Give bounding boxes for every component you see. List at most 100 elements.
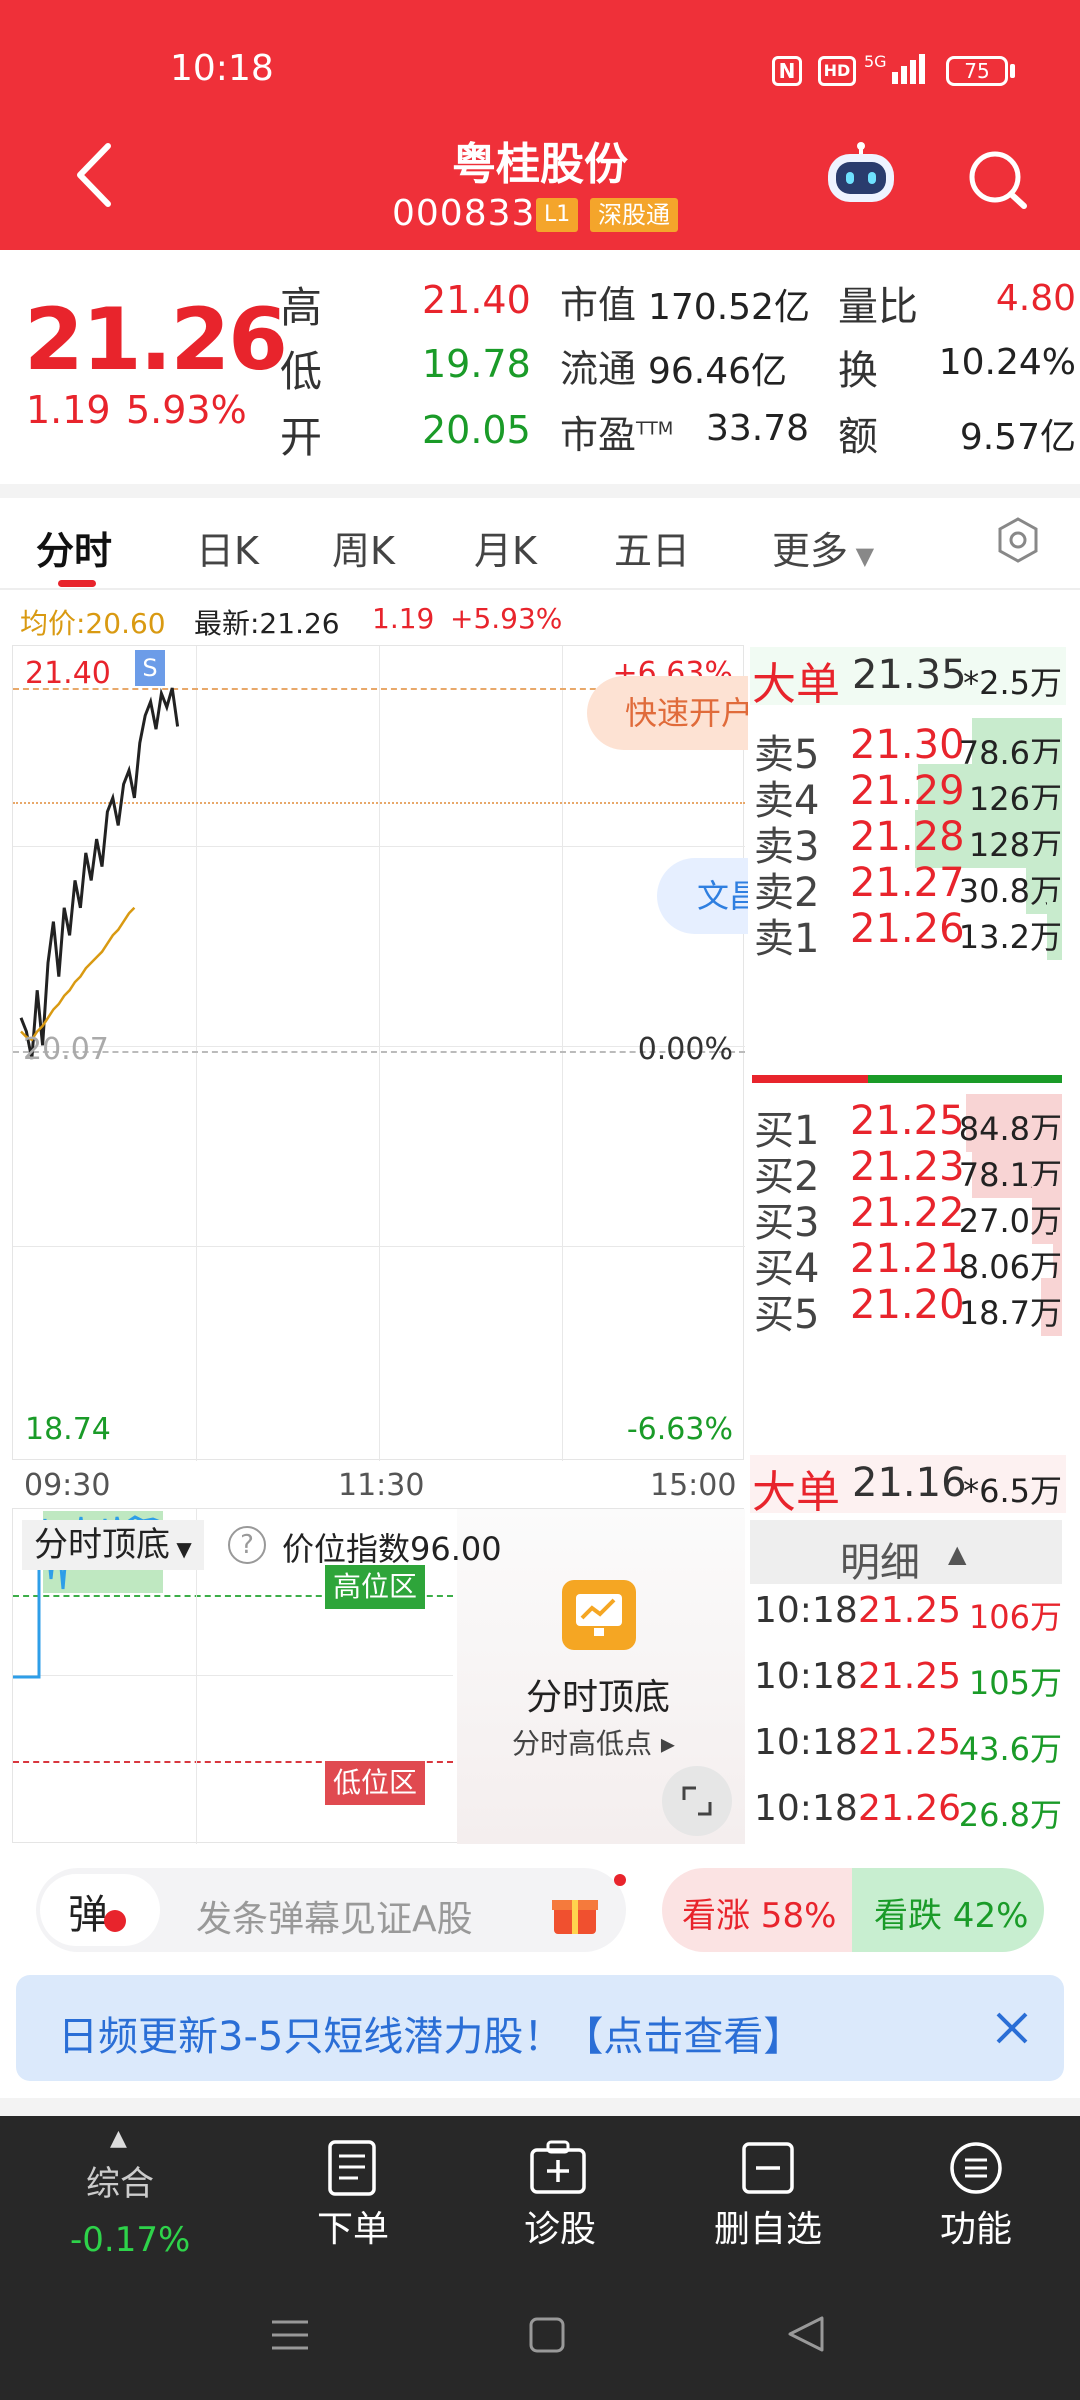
nav-diagnose[interactable]: 诊股 xyxy=(480,2200,640,2252)
indicator-selector[interactable]: 分时顶底 ▼ xyxy=(22,1520,204,1570)
divider xyxy=(0,2098,1080,2116)
detail-volume: 106万 xyxy=(968,1598,1062,1636)
ask-price[interactable]: 21.30 xyxy=(850,722,965,768)
high-value: 21.40 xyxy=(422,278,531,322)
avg-price-series-line xyxy=(20,906,136,1042)
index-label[interactable]: 综合 xyxy=(86,2156,154,2205)
robot-assistant-icon[interactable] xyxy=(822,142,900,206)
ask-volume: 13.2万 xyxy=(958,918,1062,956)
detail-time: 10:18 xyxy=(754,1788,858,1829)
float-label: 流通 xyxy=(560,347,637,391)
sell-signal-marker[interactable]: S xyxy=(135,650,165,686)
ask-price[interactable]: 21.27 xyxy=(850,860,965,906)
tab-intraday[interactable]: 分时 xyxy=(36,520,112,575)
tab-daily-k[interactable]: 日K xyxy=(196,520,259,575)
turnover-label: 换 xyxy=(838,348,878,394)
detail-price: 21.25 xyxy=(858,1590,962,1631)
big-order-buy-label: 大单 xyxy=(752,1467,840,1518)
tab-more[interactable]: 更多 ▼ xyxy=(772,520,874,575)
open-label: 开 xyxy=(280,413,323,462)
exchange-badge[interactable]: 深股通 xyxy=(590,198,678,232)
big-order-sell-label: 大单 xyxy=(752,659,840,710)
nav-order[interactable]: 下单 xyxy=(273,2200,433,2252)
tab-monthly-k[interactable]: 月K xyxy=(474,520,537,575)
indicator-promo-icon xyxy=(562,1580,636,1650)
turnover-value: 10.24% xyxy=(938,342,1076,383)
open-value: 20.05 xyxy=(422,408,531,452)
time-mid: 11:30 xyxy=(338,1468,425,1503)
diagnose-icon[interactable] xyxy=(528,2140,588,2196)
menu-icon[interactable] xyxy=(948,2140,1004,2196)
level-badge[interactable]: L1 xyxy=(536,198,579,232)
big-order-sell-vol: *2.5万 xyxy=(963,664,1062,702)
price-line-chart xyxy=(19,687,180,1060)
gift-icon[interactable] xyxy=(550,1888,600,1936)
ask-price[interactable]: 21.29 xyxy=(850,768,965,814)
order-icon[interactable] xyxy=(326,2140,380,2196)
promo-banner-text[interactable]: 日频更新3-5只短线潜力股！【点击查看】 xyxy=(58,2004,803,2062)
detail-time: 10:18 xyxy=(754,1590,858,1631)
close-icon[interactable] xyxy=(992,2008,1032,2048)
detail-sort-icon[interactable]: ▲ xyxy=(948,1540,966,1568)
remove-watchlist-icon[interactable] xyxy=(740,2140,796,2196)
detail-price: 21.25 xyxy=(858,1722,962,1763)
nav-remove-watchlist[interactable]: 删自选 xyxy=(688,2200,848,2252)
detail-time: 10:18 xyxy=(754,1722,858,1763)
nfc-icon: N xyxy=(772,56,802,86)
bid-price[interactable]: 21.23 xyxy=(850,1144,965,1190)
ask-price[interactable]: 21.28 xyxy=(850,814,965,860)
index-value: -0.17% xyxy=(70,2220,191,2260)
amount-value: 9.57亿 xyxy=(959,417,1076,458)
high-zone-badge: 高位区 xyxy=(325,1565,425,1609)
mktcap-label: 市值 xyxy=(560,283,637,327)
recent-apps-icon[interactable] xyxy=(270,2318,310,2352)
chart-base-price: 20.07 xyxy=(23,1032,109,1067)
fall-vote-label: 看跌 42% xyxy=(874,1896,1029,1936)
bid-price[interactable]: 21.25 xyxy=(850,1098,965,1144)
nav-functions[interactable]: 功能 xyxy=(896,2200,1056,2252)
detail-price: 21.25 xyxy=(858,1656,962,1697)
time-end: 15:00 xyxy=(650,1468,737,1503)
current-price: 21.26 xyxy=(24,290,288,390)
back-nav-icon[interactable] xyxy=(786,2314,826,2354)
bid-price[interactable]: 21.22 xyxy=(850,1190,965,1236)
search-icon[interactable] xyxy=(966,148,1030,212)
gift-dot xyxy=(614,1874,626,1886)
indicator-promo-sub[interactable]: 分时高低点 ▸ xyxy=(512,1722,675,1762)
ask-price[interactable]: 21.26 xyxy=(850,906,965,952)
tab-weekly-k[interactable]: 周K xyxy=(332,520,395,575)
chart-base-pct: 0.00% xyxy=(637,1032,733,1067)
low-zone-badge: 低位区 xyxy=(325,1761,425,1805)
stock-code: 000833 xyxy=(392,193,536,234)
indicator-value: 价位指数96.00 xyxy=(282,1530,502,1568)
ask-label: 卖1 xyxy=(754,916,820,962)
danmu-input[interactable]: 发条弹幕见证A股 xyxy=(196,1890,473,1942)
home-icon[interactable] xyxy=(528,2316,566,2354)
bid-price[interactable]: 21.20 xyxy=(850,1282,965,1328)
detail-volume: 43.6万 xyxy=(958,1730,1062,1768)
fullscreen-icon[interactable] xyxy=(662,1766,732,1836)
news-float-button[interactable]: 文昌 xyxy=(657,858,757,934)
rise-vote-label: 看涨 58% xyxy=(682,1896,837,1936)
quick-open-account-button[interactable]: 快速开户 xyxy=(587,676,757,750)
hd-icon: HD xyxy=(818,56,856,86)
indicator-promo-title: 分时顶底 xyxy=(526,1677,671,1718)
vol-ratio-value: 4.80 xyxy=(995,278,1076,319)
info-change: 1.19 xyxy=(372,602,435,635)
active-tab-indicator xyxy=(58,580,96,587)
tab-five-day[interactable]: 五日 xyxy=(614,520,690,575)
price-series-line xyxy=(19,687,180,1060)
help-icon[interactable]: ? xyxy=(228,1526,266,1564)
settings-icon[interactable] xyxy=(994,516,1042,564)
expand-icon[interactable]: ▲ xyxy=(110,2126,127,2151)
status-time: 10:18 xyxy=(170,48,274,89)
price-change-pct: 5.93% xyxy=(126,388,247,432)
bid-price[interactable]: 21.21 xyxy=(850,1236,965,1282)
ask-ratio-bar xyxy=(752,1075,868,1083)
big-order-buy-price: 21.16 xyxy=(852,1460,967,1506)
chart-low-pct: -6.63% xyxy=(626,1412,733,1447)
intraday-chart[interactable]: 21.40 +6.63% 20.07 0.00% 18.74 -6.63% S … xyxy=(12,645,757,1461)
low-value: 19.78 xyxy=(422,342,531,386)
low-label: 低 xyxy=(280,347,323,396)
bid-ratio-bar xyxy=(868,1075,1062,1083)
